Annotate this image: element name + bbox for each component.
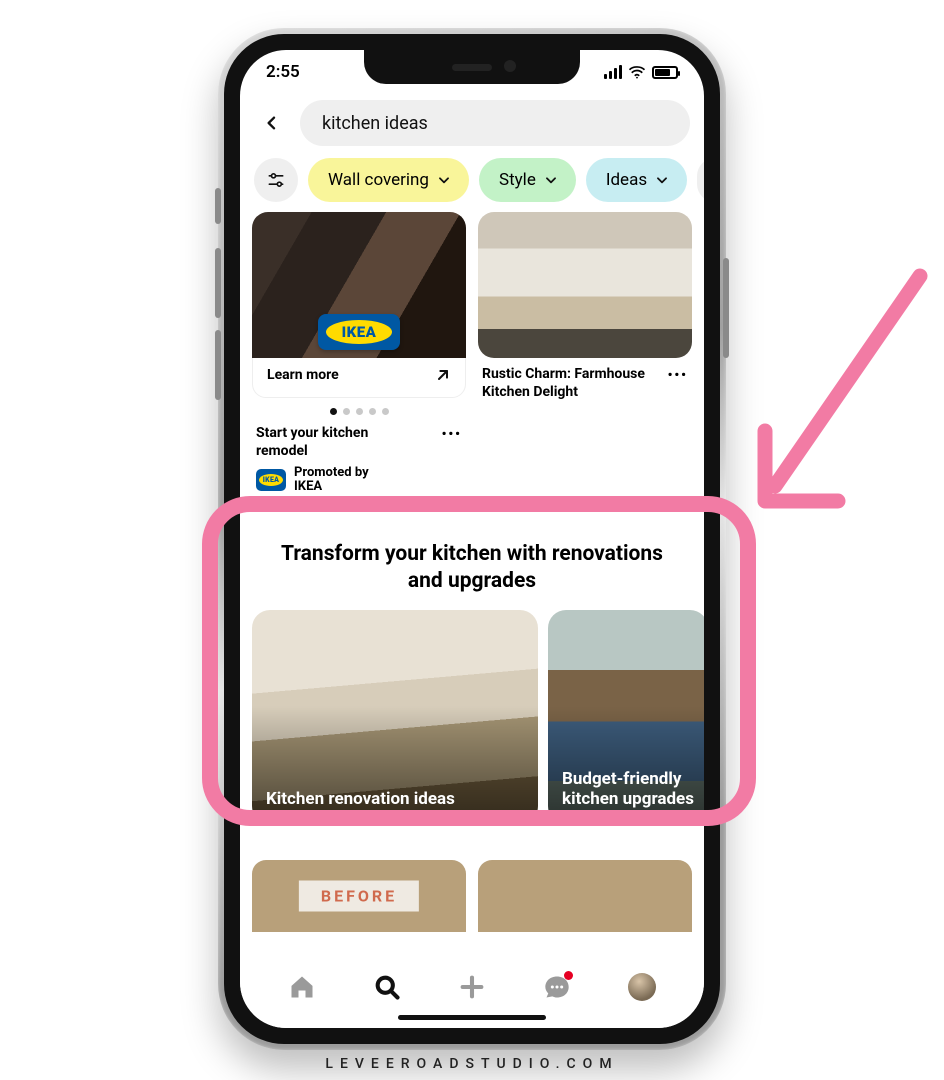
suggestions-section: Transform your kitchen with renovations … xyxy=(240,499,704,832)
status-time: 2:55 xyxy=(266,62,300,82)
battery-icon xyxy=(652,66,678,79)
filter-chip-wall-covering[interactable]: Wall covering xyxy=(308,158,469,202)
filter-row: Wall covering Style Ideas F xyxy=(240,156,704,212)
annotation-arrow-icon xyxy=(740,256,940,536)
sliders-icon xyxy=(266,170,286,190)
phone-volume-down xyxy=(215,330,221,400)
learn-more-label: Learn more xyxy=(267,367,339,383)
nav-search[interactable] xyxy=(373,973,401,1001)
wifi-icon xyxy=(628,65,646,79)
more-pins-row: BEFORE xyxy=(240,832,704,932)
promoted-by-row[interactable]: IKEA Promoted by IKEA xyxy=(252,460,466,499)
plus-icon xyxy=(458,973,486,1001)
suggestion-card-label: Budget-friendly kitchen upgrades xyxy=(562,769,694,810)
notification-dot xyxy=(564,971,573,980)
home-icon xyxy=(288,973,316,1001)
nav-notifications[interactable] xyxy=(543,973,571,1001)
search-icon xyxy=(373,973,401,1001)
pin-title: Start your kitchen remodel xyxy=(256,425,416,460)
suggestion-card-budget-upgrades[interactable]: Budget-friendly kitchen upgrades xyxy=(548,610,704,824)
phone-notch xyxy=(364,50,580,84)
chevron-down-icon xyxy=(655,173,669,187)
filter-chip-label: Style xyxy=(499,170,536,190)
chevron-down-icon xyxy=(437,173,451,187)
carousel-dots[interactable] xyxy=(252,398,466,421)
suggestion-card-label: Kitchen renovation ideas xyxy=(266,789,524,809)
phone-silent-switch xyxy=(215,188,221,224)
ikea-logo-badge: IKEA xyxy=(318,314,400,350)
search-input[interactable]: kitchen ideas xyxy=(300,100,690,146)
cellular-signal-icon xyxy=(604,65,622,79)
phone-screen: 2:55 kitchen xyxy=(240,50,704,1028)
before-badge: BEFORE xyxy=(299,880,419,911)
filter-chip-style[interactable]: Style xyxy=(479,158,576,202)
results-grid: IKEA Learn more Start your kitchen remod… xyxy=(240,212,704,499)
suggestions-heading: Transform your kitchen with renovations … xyxy=(240,541,704,594)
pin-image[interactable] xyxy=(478,212,692,358)
watermark-text: LEVEEROADSTUDIO.COM xyxy=(0,1056,944,1072)
ikea-avatar-icon: IKEA xyxy=(256,469,286,491)
promoted-by-label: Promoted by IKEA xyxy=(294,466,369,493)
phone-power-button xyxy=(723,258,729,358)
filter-settings-button[interactable] xyxy=(254,158,298,202)
nav-create[interactable] xyxy=(458,973,486,1001)
phone-volume-up xyxy=(215,248,221,318)
search-query: kitchen ideas xyxy=(322,113,428,134)
pin-image[interactable]: BEFORE xyxy=(252,860,466,932)
arrow-outward-icon xyxy=(435,367,451,383)
nav-profile[interactable] xyxy=(628,973,656,1001)
pin-title: Rustic Charm: Farmhouse Kitchen Delight xyxy=(482,366,660,401)
avatar-icon xyxy=(628,973,656,1001)
filter-chip-partial[interactable]: F xyxy=(697,158,704,202)
chevron-down-icon xyxy=(544,173,558,187)
home-indicator xyxy=(398,1015,546,1020)
back-button[interactable] xyxy=(258,109,286,137)
more-options-button[interactable]: ••• xyxy=(668,366,688,383)
nav-home[interactable] xyxy=(288,973,316,1001)
phone-frame: 2:55 kitchen xyxy=(218,28,726,1050)
filter-chip-label: Wall covering xyxy=(328,170,429,190)
suggestion-card-kitchen-renovation[interactable]: Kitchen renovation ideas xyxy=(252,610,538,824)
promoted-pin-image[interactable]: IKEA xyxy=(252,212,466,358)
filter-chip-label: Ideas xyxy=(606,170,647,190)
filter-chip-ideas[interactable]: Ideas xyxy=(586,158,687,202)
more-options-button[interactable]: ••• xyxy=(442,425,462,442)
learn-more-button[interactable]: Learn more xyxy=(252,352,466,398)
pin-image[interactable] xyxy=(478,860,692,932)
